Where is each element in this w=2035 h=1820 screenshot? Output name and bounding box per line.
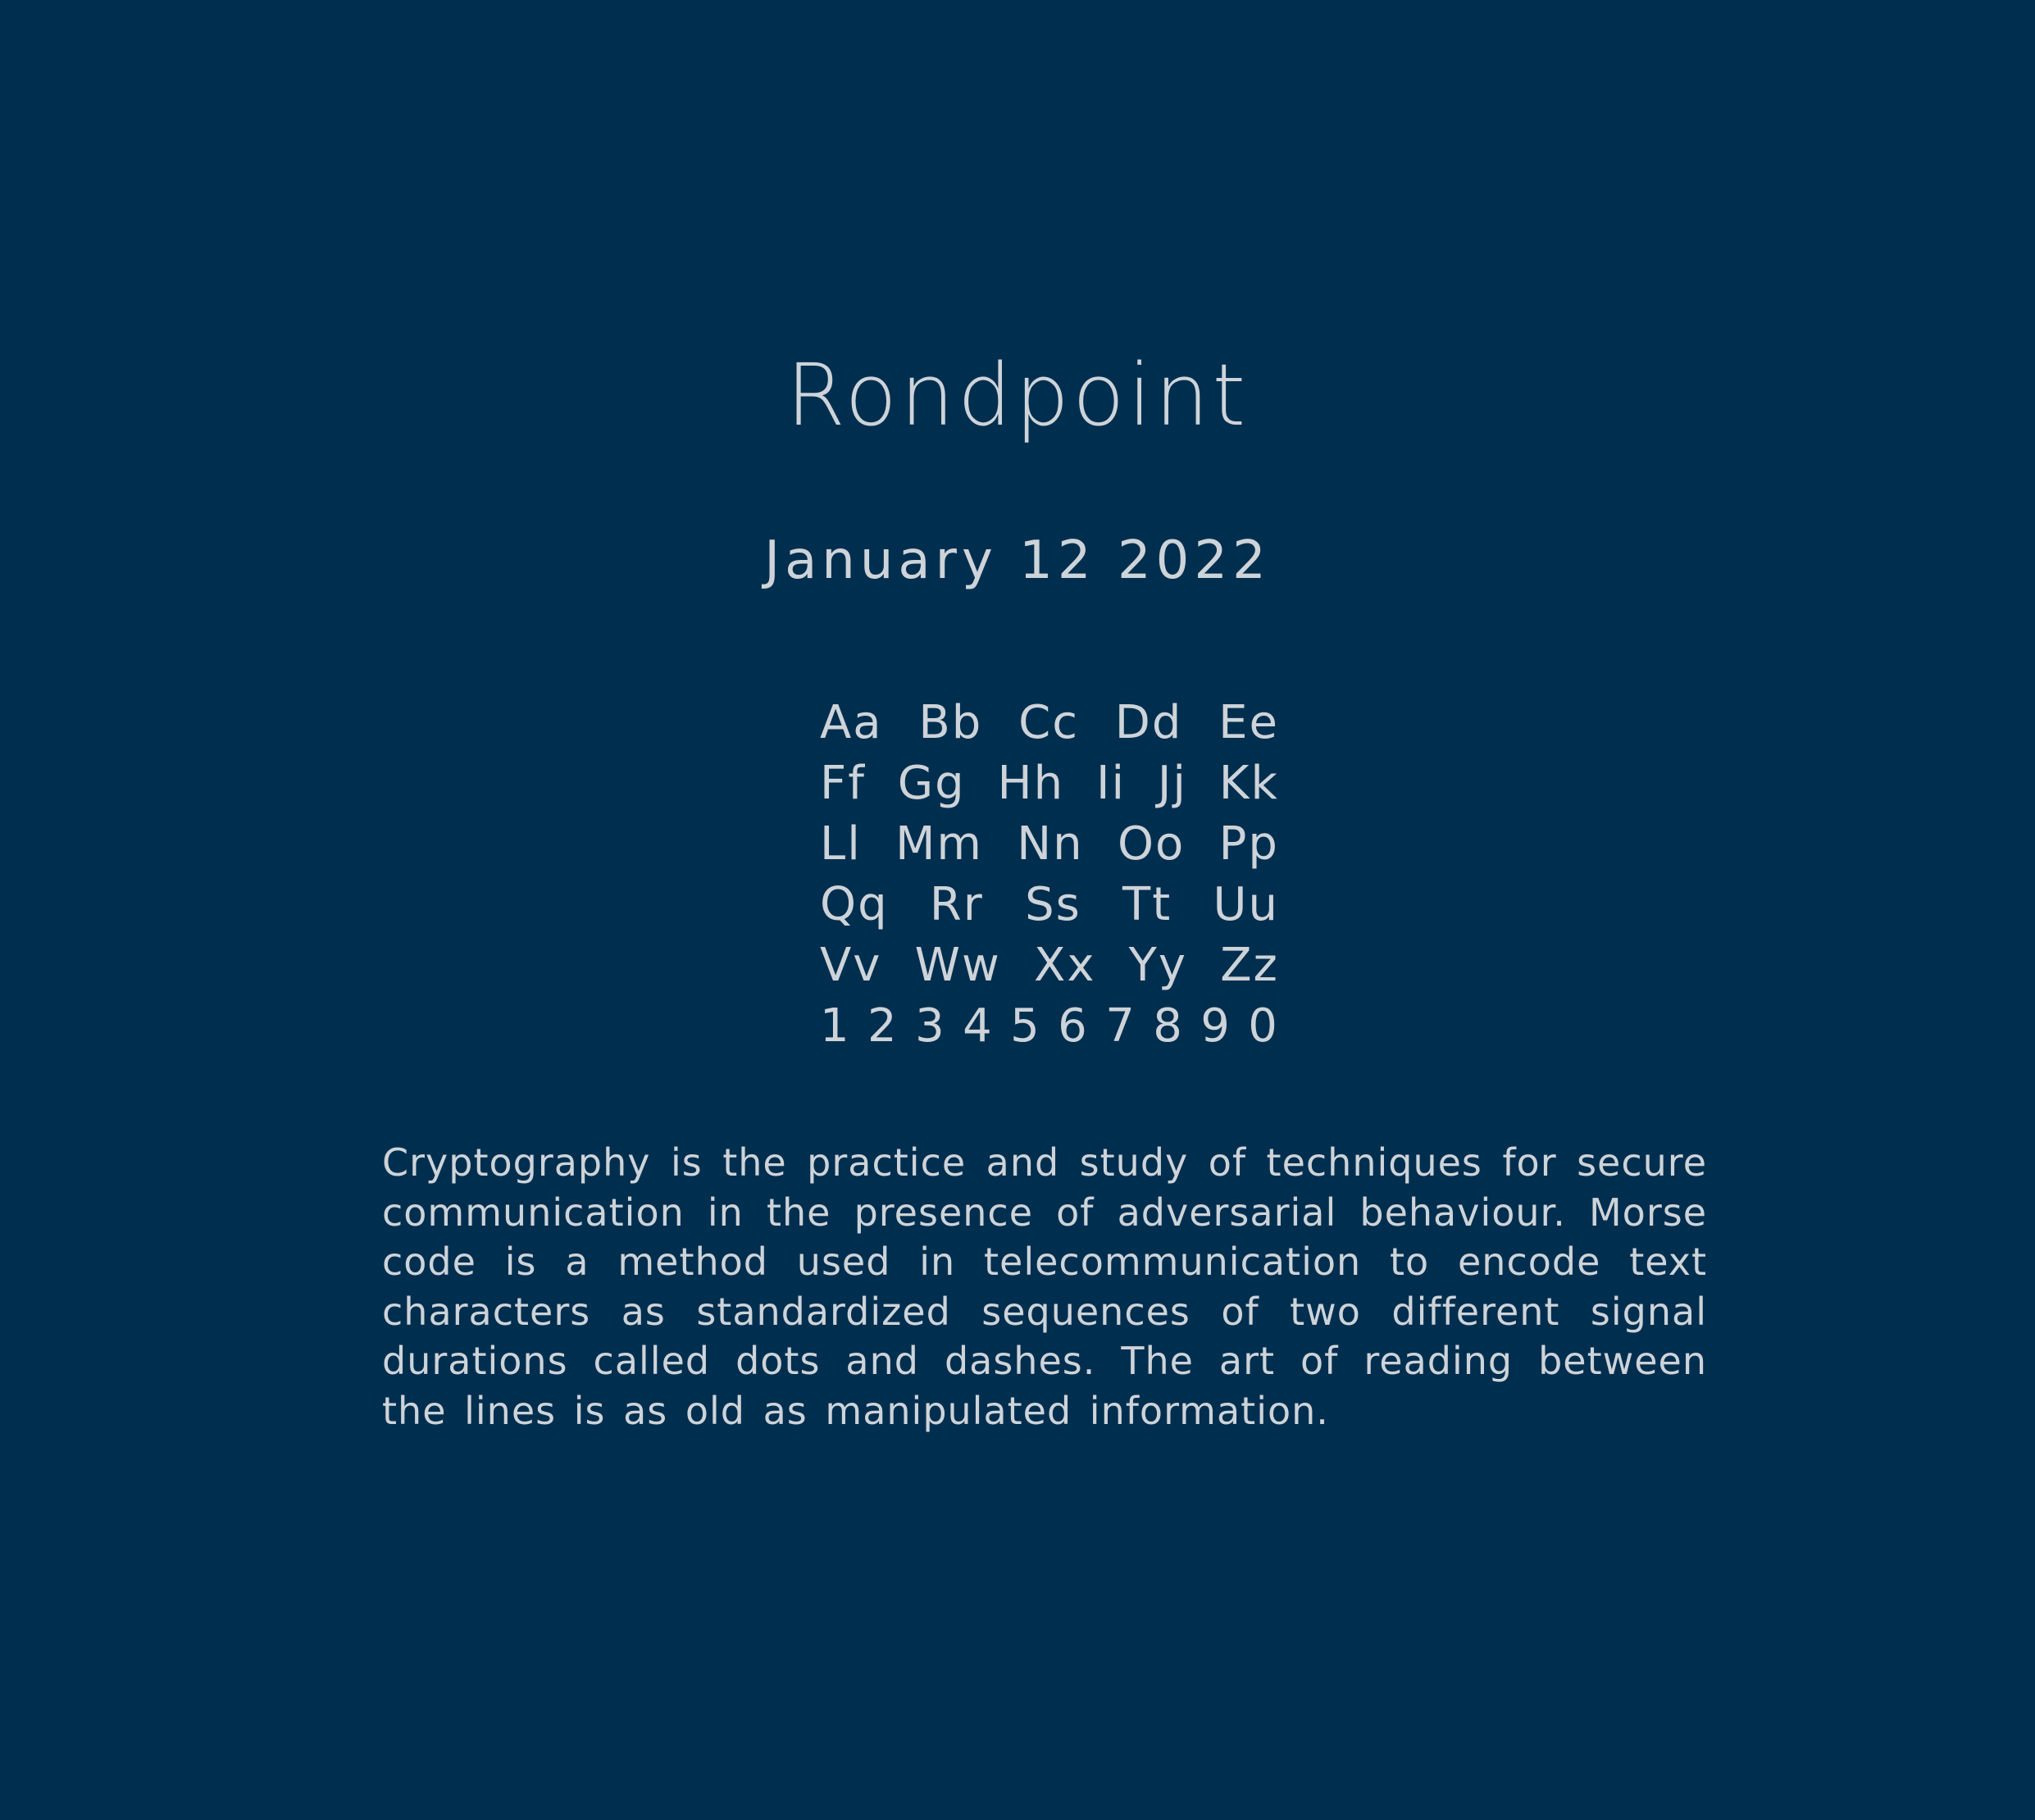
digit-glyph: 9 [1200, 999, 1231, 1053]
glyph-specimen: Aa Bb Cc Dd Ee Ff Gg Hh Ii Jj Kk Ll Mm N… [820, 693, 1279, 1057]
digit-glyph: 2 [867, 999, 899, 1053]
digit-glyph: 7 [1105, 999, 1136, 1053]
glyph-pair: Nn [1017, 817, 1084, 871]
digit-glyph: 5 [1010, 999, 1041, 1053]
glyph-pair: Zz [1220, 939, 1279, 992]
specimen-title: Rondpoint [785, 345, 1250, 445]
glyph-pair: Ww [914, 939, 1001, 992]
glyph-pair: Xx [1033, 939, 1096, 992]
digit-glyph: 8 [1153, 999, 1184, 1053]
glyph-pair: Pp [1218, 817, 1279, 871]
glyph-row: Ll Mm Nn Oo Pp [820, 814, 1279, 875]
glyph-pair: Ii [1095, 757, 1127, 810]
glyph-pair: Ss [1025, 878, 1081, 931]
glyph-row: Vv Ww Xx Yy Zz [820, 935, 1279, 996]
glyph-pair: Cc [1018, 696, 1079, 749]
glyph-pair: Ff [820, 757, 866, 810]
glyph-pair: Uu [1213, 878, 1279, 931]
glyph-pair: Kk [1218, 757, 1279, 810]
glyph-pair: Qq [820, 878, 889, 931]
glyph-pair: Yy [1128, 939, 1188, 992]
glyph-pair: Oo [1117, 817, 1186, 871]
glyph-pair: Rr [929, 878, 984, 931]
sample-paragraph: Cryptography is the practice and study o… [382, 1140, 1707, 1433]
glyph-pair: Aa [820, 696, 883, 749]
glyph-pair: Ll [820, 817, 862, 871]
digit-glyph: 1 [820, 999, 851, 1053]
glyph-pair: Gg [897, 757, 966, 810]
digit-glyph: 4 [963, 999, 994, 1053]
glyph-pair: Hh [997, 757, 1065, 810]
digit-row: 1 2 3 4 5 6 7 8 9 0 [820, 996, 1279, 1057]
digit-glyph: 3 [915, 999, 946, 1053]
glyph-pair: Ee [1218, 696, 1279, 749]
digit-glyph: 0 [1248, 999, 1279, 1053]
glyph-row: Aa Bb Cc Dd Ee [820, 693, 1279, 753]
glyph-pair: Dd [1114, 696, 1183, 749]
glyph-pair: Jj [1157, 757, 1187, 810]
glyph-pair: Vv [820, 939, 882, 992]
glyph-pair: Mm [895, 817, 983, 871]
glyph-pair: Bb [918, 696, 983, 749]
digit-glyph: 6 [1058, 999, 1089, 1053]
glyph-row: Qq Rr Ss Tt Uu [820, 875, 1279, 935]
glyph-row: Ff Gg Hh Ii Jj Kk [820, 753, 1279, 814]
specimen-date: January 12 2022 [764, 530, 1271, 591]
glyph-pair: Tt [1122, 878, 1172, 931]
